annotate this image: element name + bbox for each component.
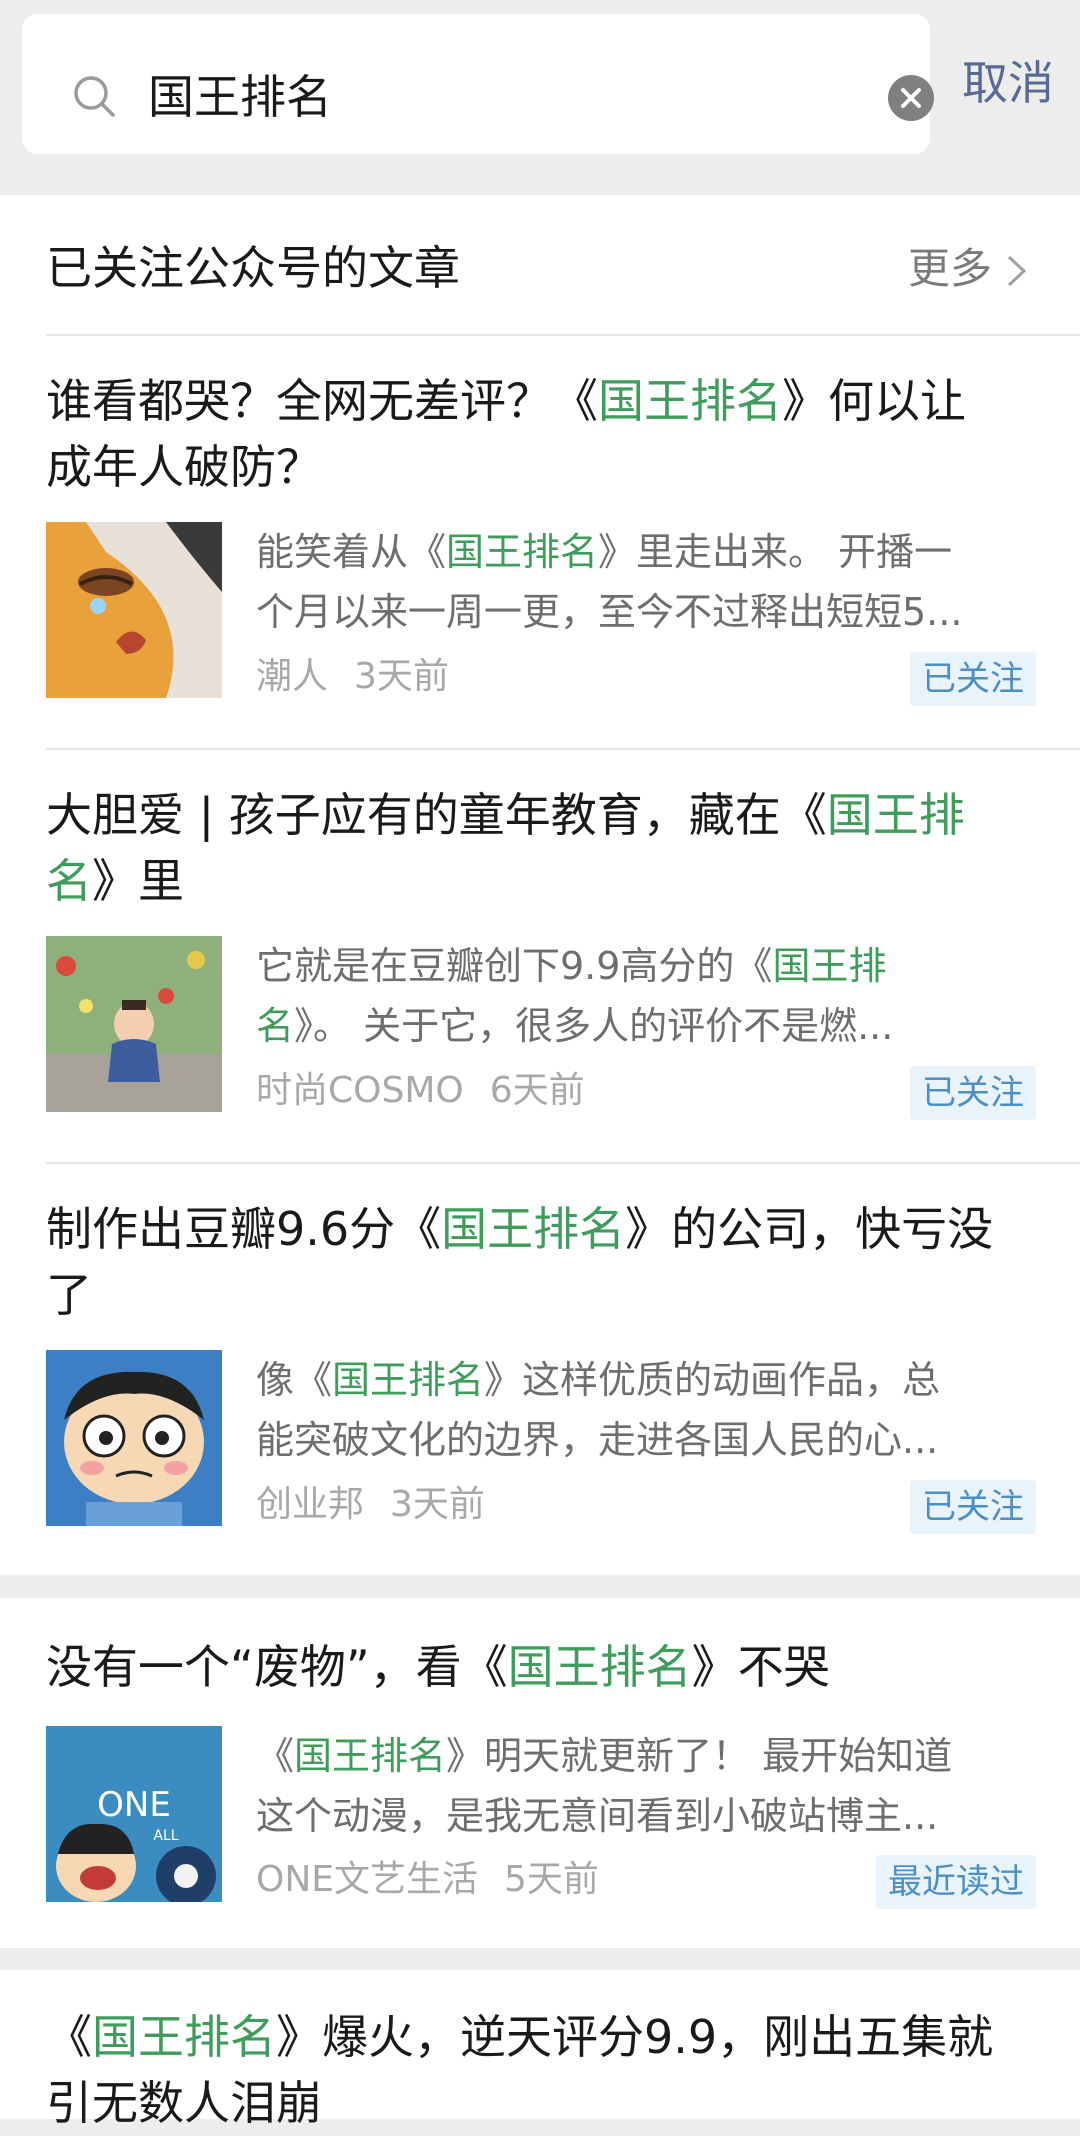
article-title: 大胆爱 | 孩子应有的童年教育，藏在《国王排 名》里 [46, 782, 1036, 914]
title-highlight: 国王排名 [598, 374, 782, 428]
summary-highlight: 国王排名 [294, 1734, 447, 1778]
summary-text: 《 [256, 1734, 295, 1778]
article-meta: 时尚COSMO 6天前 [256, 1066, 585, 1116]
search-icon [72, 74, 116, 118]
article-card[interactable]: 《国王排名》爆火，逆天评分9.9，刚出五集就 引无数人泪崩 [0, 1970, 1080, 2130]
publish-time: 5天前 [504, 1859, 599, 1900]
publish-time: 3天前 [354, 656, 449, 697]
article-card[interactable]: 没有一个“废物”，看《国王排名》不哭 ONE ALL 《国王排名》明天就更新了！… [0, 1598, 1080, 1948]
source-name: 潮人 [256, 656, 329, 697]
source-name: ONE文艺生活 [256, 1859, 479, 1900]
thumb-logo-text: ONE [97, 1785, 171, 1825]
article-title: 谁看都哭？全网无差评？《国王排名》何以让 成年人破防？ [46, 368, 1036, 500]
title-text: 制作出豆瓣9.6分《 [46, 1202, 442, 1256]
title-text: 《 [46, 2010, 92, 2064]
title-highlight: 国王排名 [92, 2010, 276, 2064]
summary-highlight: 国王排名 [332, 1358, 485, 1402]
section-title: 已关注公众号的文章 [46, 241, 460, 295]
status-badge: 最近读过 [876, 1855, 1036, 1909]
summary-text: 像《 [256, 1358, 333, 1402]
article-thumbnail: ONE ALL [46, 1726, 222, 1902]
article-meta: ONE文艺生活 5天前 [256, 1855, 599, 1905]
article-meta: 潮人 3天前 [256, 652, 449, 702]
search-bar: 国王排名 取消 [0, 0, 1080, 195]
followed-articles-card: 已关注公众号的文章 更多 谁看都哭？全网无差评？《国王排名》何以让 成年人破防？… [0, 195, 1080, 1575]
article-summary: 它就是在豆瓣创下9.9高分的《国王排 名》。 关于它，很多人的评价不是燃... [256, 936, 1036, 1056]
article-summary: 能笑着从《国王排名》里走出来。 开播一 个月以来一周一更，至今不过释出短短5..… [256, 522, 1036, 642]
article-title: 制作出豆瓣9.6分《国王排名》的公司，快亏没 了 [46, 1196, 1036, 1328]
source-name: 创业邦 [256, 1484, 365, 1525]
title-text: 没有一个“废物”，看《 [46, 1640, 508, 1694]
title-text: 》不哭 [691, 1640, 830, 1694]
section-header: 已关注公众号的文章 更多 [0, 195, 1080, 335]
title-highlight: 国王排名 [441, 1202, 626, 1256]
article-item[interactable]: 大胆爱 | 孩子应有的童年教育，藏在《国王排 名》里 它就是在豆瓣创下9.9高分… [0, 750, 1080, 1162]
title-text: 谁看都哭？全网无差评？《 [46, 374, 598, 428]
article-meta: 创业邦 3天前 [256, 1480, 485, 1530]
article-summary: 《国王排名》明天就更新了！ 最开始知道 这个动漫，是我无意间看到小破站博主... [256, 1726, 1036, 1846]
article-title: 《国王排名》爆火，逆天评分9.9，刚出五集就 引无数人泪崩 [46, 2004, 1036, 2136]
status-badge: 已关注 [910, 652, 1036, 706]
article-summary: 像《国王排名》这样优质的动画作品，总 能突破文化的边界，走进各国人民的心... [256, 1350, 1036, 1470]
summary-text: 》。 关于它，很多人的评价不是燃... [294, 1004, 894, 1048]
article-item[interactable]: 制作出豆瓣9.6分《国王排名》的公司，快亏没 了 像《国王排名》这样优质的动画作… [0, 1164, 1080, 1575]
clear-icon[interactable] [888, 75, 934, 121]
article-thumbnail [46, 936, 222, 1112]
article-thumbnail [46, 522, 222, 698]
status-badge: 已关注 [910, 1480, 1036, 1534]
article-title: 没有一个“废物”，看《国王排名》不哭 [46, 1634, 1036, 1700]
thumb-logo-subtext: ALL [153, 1828, 178, 1844]
publish-time: 6天前 [489, 1070, 585, 1111]
chevron-right-icon[interactable] [1006, 254, 1028, 288]
title-highlight: 国王排名 [507, 1640, 692, 1694]
summary-text: 能笑着从《 [256, 530, 447, 574]
status-badge: 已关注 [910, 1066, 1036, 1120]
summary-text: 它就是在豆瓣创下9.9高分的《 [256, 944, 773, 988]
source-name: 时尚COSMO [256, 1070, 464, 1111]
title-text: 》里 [92, 854, 184, 908]
search-box[interactable]: 国王排名 [22, 14, 934, 154]
more-button[interactable]: 更多 [908, 239, 992, 299]
summary-highlight: 国王排名 [446, 530, 599, 574]
title-text: 大胆爱 | 孩子应有的童年教育，藏在《 [46, 788, 827, 842]
article-thumbnail [46, 1350, 222, 1526]
publish-time: 3天前 [390, 1484, 485, 1525]
cancel-button[interactable]: 取消 [962, 52, 1054, 114]
article-item[interactable]: 谁看都哭？全网无差评？《国王排名》何以让 成年人破防？ 能笑着从《国王排名》里走… [0, 336, 1080, 748]
search-input[interactable]: 国王排名 [148, 66, 332, 128]
